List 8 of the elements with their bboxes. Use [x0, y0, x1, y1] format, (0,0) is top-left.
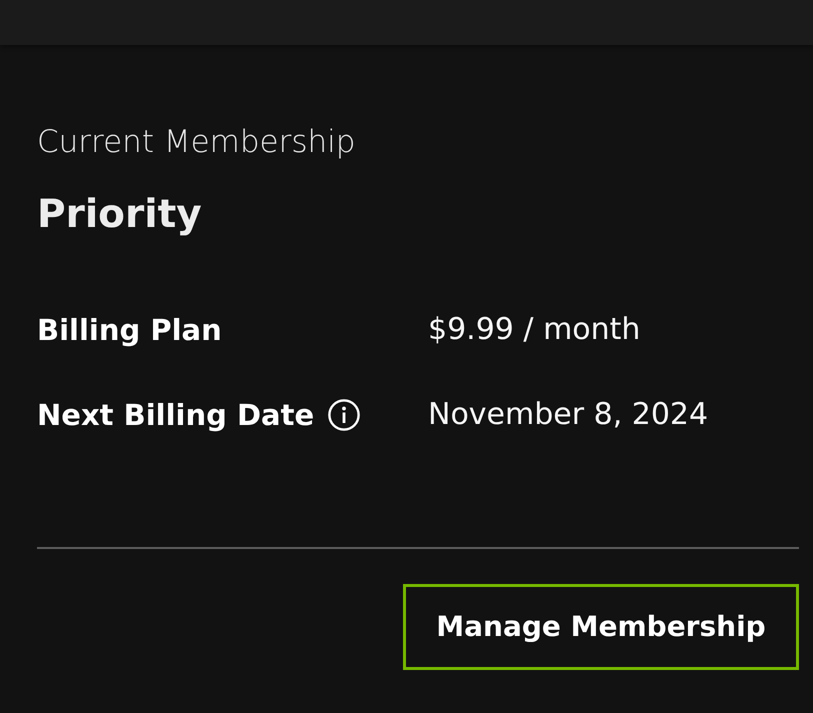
detail-value: $9.99 / month	[428, 312, 640, 348]
plan-name: Priority	[37, 191, 202, 239]
info-icon[interactable]	[328, 399, 360, 431]
manage-membership-button[interactable]: Manage Membership	[403, 584, 799, 670]
detail-value: November 8, 2024	[428, 397, 708, 433]
section-heading: Current Membership	[37, 124, 356, 160]
detail-label: Billing Plan	[37, 312, 222, 348]
detail-label: Next Billing Date	[37, 397, 314, 433]
